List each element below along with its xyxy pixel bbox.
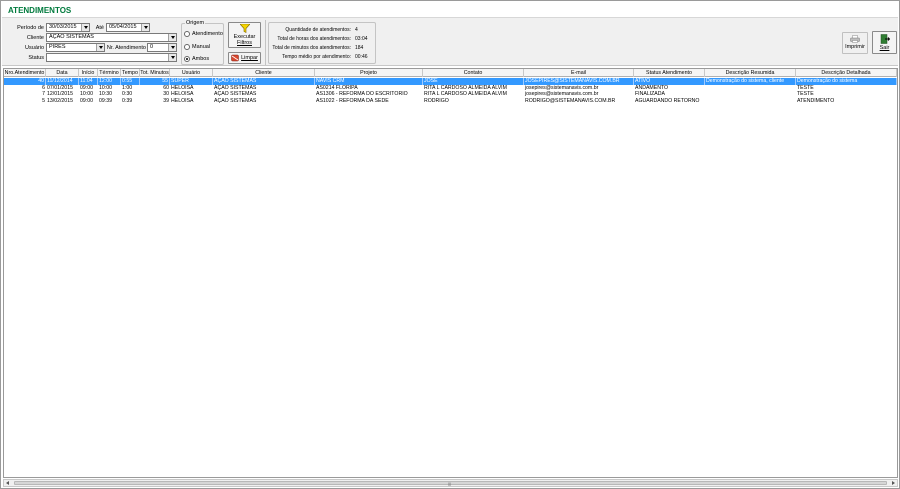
chevron-down-icon[interactable] <box>168 34 176 41</box>
stat-value: 00:46 <box>355 54 368 60</box>
radio-icon[interactable] <box>184 56 190 62</box>
ate-label: Até <box>95 25 104 31</box>
scroll-grip-icon: ||| <box>448 481 452 486</box>
col-email-header[interactable]: E-mail <box>524 69 634 77</box>
limpar-label: Limpar <box>241 55 258 61</box>
eraser-icon <box>231 54 239 62</box>
periodo-ate-field[interactable]: 05/04/2015 <box>106 23 150 32</box>
atendimentos-grid[interactable]: Nro.Atendimento Data Início Término Tempo Tot… <box>3 68 898 478</box>
origem-legend: Origem <box>185 20 206 26</box>
origem-option-label: Ambos <box>192 56 210 62</box>
executar-filtros-button[interactable]: Executar Filtros <box>228 22 261 48</box>
filter-funnel-icon <box>239 24 250 33</box>
col-descricao-detalhada-header[interactable]: Descrição Detalhada <box>796 69 897 77</box>
filter-panel: Período de 30/03/2015 Até 05/04/2015 Cli… <box>2 17 898 66</box>
limpar-button[interactable]: Limpar <box>228 52 261 64</box>
sair-button[interactable]: Sair <box>872 31 897 54</box>
stat-value: 4 <box>355 27 358 33</box>
periodo-de-field[interactable]: 30/03/2015 <box>46 23 90 32</box>
nr-atendimento-value: 0 <box>150 44 154 50</box>
horizontal-scrollbar[interactable]: ||| <box>3 479 898 487</box>
scroll-left-icon[interactable] <box>4 480 12 486</box>
stat-value: 03:04 <box>355 36 368 42</box>
col-descricao-detalhada-cell: ATENDIMENTO <box>797 97 835 104</box>
scroll-right-icon[interactable] <box>889 480 897 486</box>
col-tempo-header[interactable]: Tempo <box>121 69 140 77</box>
status-select[interactable] <box>46 53 177 62</box>
origem-option-label: Atendimento <box>192 31 223 37</box>
col-data-cell: 13/02/2015 <box>47 97 73 104</box>
col-usuario-header[interactable]: Usuário <box>170 69 213 77</box>
stats-panel: Quantidade de atendimentos: 4 Total de h… <box>268 22 376 64</box>
origem-groupbox: Origem Atendimento Manual Ambos <box>181 20 224 65</box>
nr-atendimento-label: Nr. Atendimento <box>106 45 146 51</box>
stat-label: Tempo médio por atendimento: <box>282 54 351 60</box>
stat-label: Quantidade de atendimentos: <box>285 27 351 33</box>
periodo-ate-value: 05/04/2015 <box>109 24 137 30</box>
stat-label: Total de horas dos atendimentos: <box>277 36 351 42</box>
col-contato-header[interactable]: Contato <box>423 69 524 77</box>
separator <box>265 20 266 65</box>
chevron-down-icon[interactable] <box>141 24 149 31</box>
col-termino-cell: 09:39 <box>99 97 112 104</box>
imprimir-label: Imprimir <box>845 44 865 50</box>
cliente-value: AÇÃO SISTEMAS <box>49 34 94 40</box>
chevron-down-icon[interactable] <box>81 24 89 31</box>
col-tot-minutos-header[interactable]: Tot. Minutos <box>140 69 170 77</box>
origem-radio-manual[interactable]: Manual <box>184 44 210 50</box>
stat-value: 184 <box>355 45 364 51</box>
col-inicio-cell: 09:00 <box>80 97 93 104</box>
col-email-cell: RODRIGO@SISTEMANAVIS.COM.BR <box>525 97 616 104</box>
col-usuario-cell: HELOISA <box>171 97 194 104</box>
periodo-label: Período de <box>17 25 44 31</box>
origem-radio-atendimento[interactable]: Atendimento <box>184 31 223 37</box>
col-tempo-cell: 0:39 <box>122 97 133 104</box>
filtros-label: Filtros <box>237 40 252 46</box>
col-status-header[interactable]: Status Atendimento <box>634 69 705 77</box>
col-tot-minutos-cell: 39 <box>163 97 169 104</box>
col-projeto-header[interactable]: Projeto <box>315 69 423 77</box>
col-nro-atendimento-header[interactable]: Nro.Atendimento <box>4 69 46 77</box>
status-label: Status <box>28 55 44 61</box>
periodo-de-value: 30/03/2015 <box>49 24 77 30</box>
chevron-down-icon[interactable] <box>96 44 104 51</box>
col-projeto-cell: AS1022 - REFORMA DA SEDE <box>316 97 389 104</box>
col-cliente-cell: AÇÃO SISTEMAS <box>214 97 257 104</box>
col-status-cell: AGUARDANDO RETORNO <box>635 97 700 104</box>
printer-icon <box>850 35 860 43</box>
col-descricao-resumida-header[interactable]: Descrição Resumida <box>705 69 796 77</box>
usuario-value: PIRES <box>49 44 66 50</box>
stat-label: Total de minutos dos atendimentos: <box>272 45 351 51</box>
col-inicio-header[interactable]: Início <box>79 69 98 77</box>
window-title: ATENDIMENTOS <box>8 6 72 15</box>
title-bar: ATENDIMENTOS <box>2 2 898 17</box>
cliente-select[interactable]: AÇÃO SISTEMAS <box>46 33 177 42</box>
origem-option-label: Manual <box>192 44 211 50</box>
usuario-label: Usuário <box>25 45 44 51</box>
col-data-header[interactable]: Data <box>46 69 79 77</box>
scroll-thumb[interactable]: ||| <box>14 481 887 486</box>
col-descricao-resumida-cell <box>705 98 796 105</box>
col-termino-header[interactable]: Término <box>98 69 121 77</box>
imprimir-button[interactable]: Imprimir <box>842 32 868 54</box>
grid-header: Nro.Atendimento Data Início Término Tempo Tot… <box>4 69 897 77</box>
nr-atendimento-field[interactable]: 0 <box>147 43 177 52</box>
usuario-select[interactable]: PIRES <box>46 43 105 52</box>
table-row[interactable]: 5 13/02/2015 09:00 09:39 0:39 39 HELOISA AÇÃO S… <box>4 98 897 105</box>
col-nro-atendimento-cell: 5 <box>42 97 45 104</box>
sair-label: Sair <box>879 45 890 51</box>
radio-icon[interactable] <box>184 31 190 37</box>
origem-radio-ambos[interactable]: Ambos <box>184 56 209 62</box>
radio-icon[interactable] <box>184 44 190 50</box>
col-cliente-header[interactable]: Cliente <box>213 69 315 77</box>
cliente-label: Cliente <box>26 35 44 41</box>
exit-door-icon <box>880 34 890 44</box>
atendimentos-window: ATENDIMENTOS Período de 30/03/2015 Até 0… <box>0 0 900 489</box>
col-contato-cell: RODRIGO <box>424 97 449 104</box>
chevron-down-icon[interactable] <box>168 54 176 61</box>
chevron-down-icon[interactable] <box>168 44 176 51</box>
